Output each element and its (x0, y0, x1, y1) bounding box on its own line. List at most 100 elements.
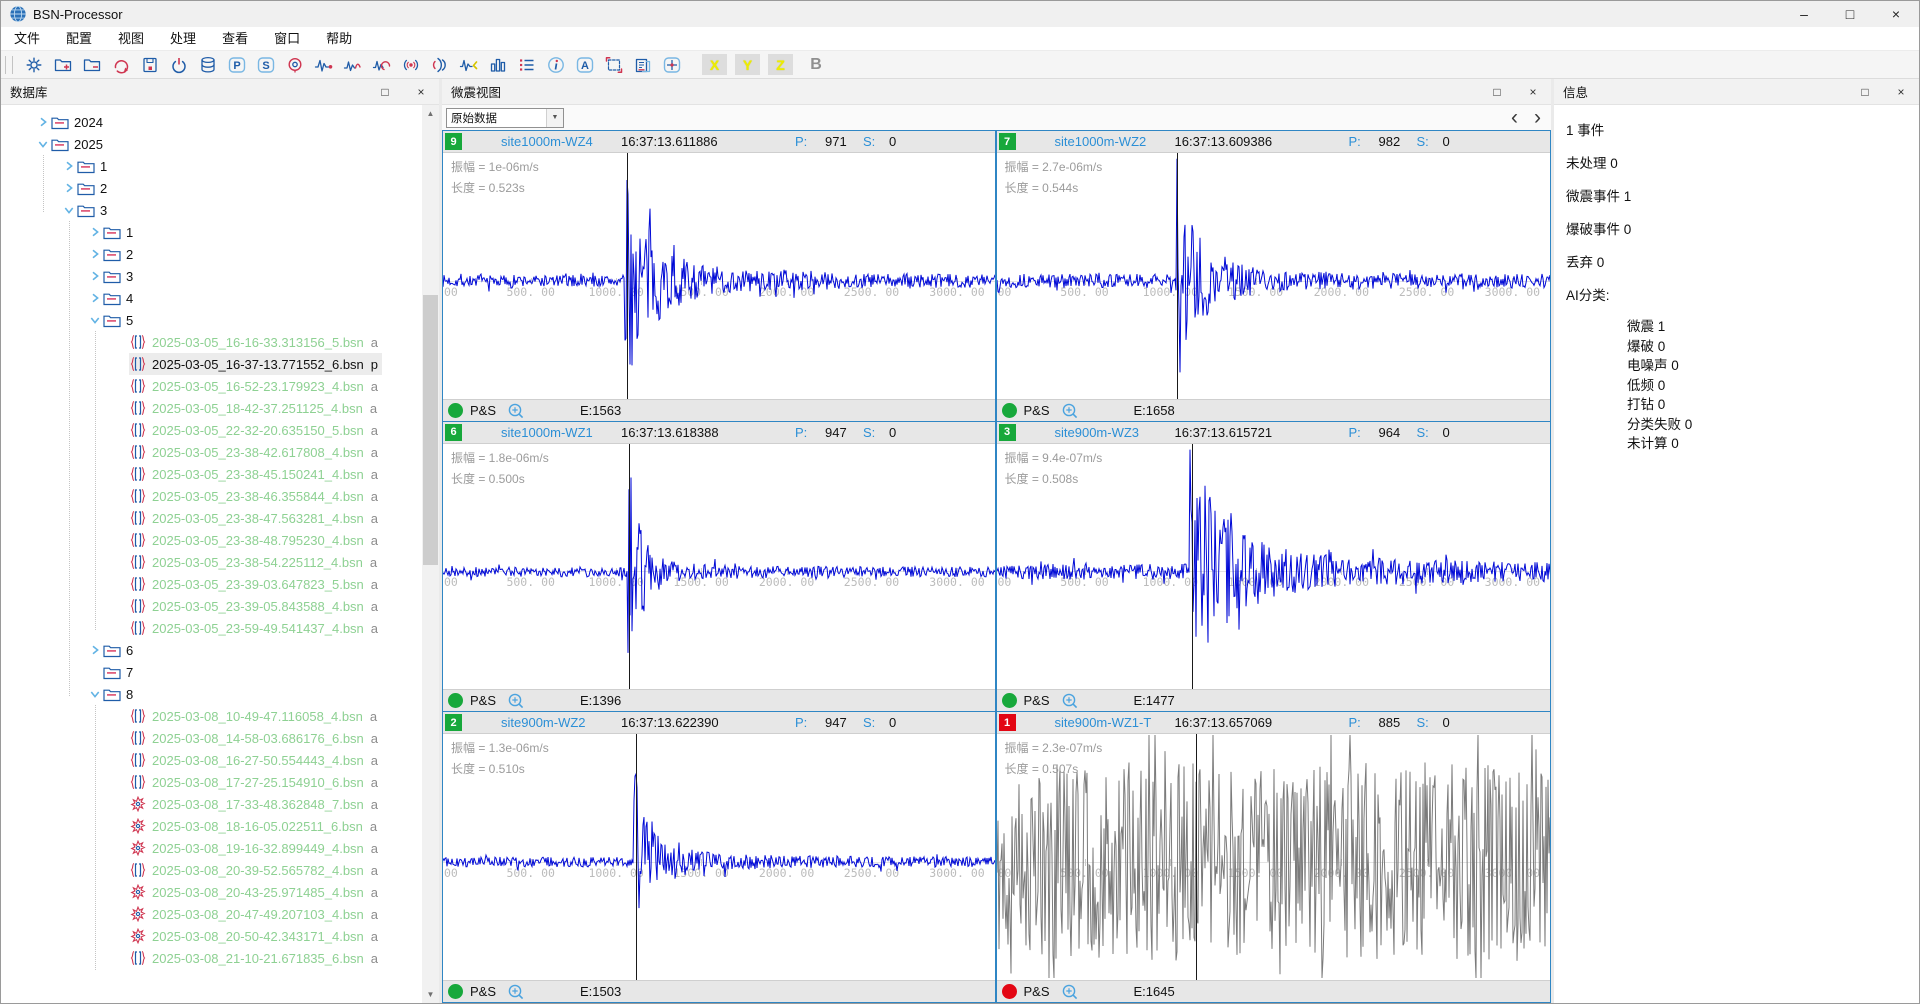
zoom-icon[interactable] (507, 402, 525, 423)
tree-item[interactable]: 2025-03-08_17-27-25.154910_6.bsna (129, 771, 382, 793)
gear-icon[interactable] (19, 52, 48, 78)
tree-item[interactable]: 3 (103, 265, 137, 287)
tree-item[interactable]: 2 (77, 177, 111, 199)
pick-cursor-line[interactable] (629, 444, 630, 690)
tree-item[interactable]: 2025-03-05_23-38-46.355844_4.bsna (129, 485, 382, 507)
chevron-right-icon[interactable] (61, 180, 77, 196)
tree-item[interactable]: 6 (103, 639, 137, 661)
chevron-down-icon[interactable] (87, 686, 103, 702)
tree-item[interactable]: 2025-03-08_10-49-47.116058_4.bsna (129, 705, 381, 727)
tree-row[interactable]: 2025-03-05_23-39-03.647823_5.bsna (1, 573, 422, 595)
tree-row[interactable]: 2025-03-08_16-27-50.554443_4.bsna (1, 749, 422, 771)
menu-item-1[interactable]: 配置 (53, 27, 105, 51)
tree-row[interactable]: 4 (1, 287, 422, 309)
wave-pick-icon[interactable] (309, 52, 338, 78)
menu-item-3[interactable]: 处理 (157, 27, 209, 51)
tree-item[interactable]: 2025 (51, 133, 107, 155)
chevron-right-icon[interactable] (87, 268, 103, 284)
tree-row[interactable]: 2025-03-05_23-38-42.617808_4.bsna (1, 441, 422, 463)
tree-row[interactable]: 2 (1, 243, 422, 265)
tree-item[interactable]: 2025-03-05_23-38-47.563281_4.bsna (129, 507, 382, 529)
menu-item-4[interactable]: 查看 (209, 27, 261, 51)
tree-item[interactable]: 2025-03-08_19-16-32.899449_4.bsna (129, 837, 382, 859)
tree-item[interactable]: 2025-03-05_23-59-49.541437_4.bsna (129, 617, 382, 639)
database-icon[interactable] (193, 52, 222, 78)
tree-row[interactable]: 2025-03-05_23-38-48.795230_4.bsna (1, 529, 422, 551)
tree-row[interactable]: 5 (1, 309, 422, 331)
tree-row[interactable]: 2025-03-05_23-59-49.541437_4.bsna (1, 617, 422, 639)
tree-row[interactable]: 2025-03-05_23-39-05.843588_4.bsna (1, 595, 422, 617)
save-icon[interactable] (135, 52, 164, 78)
pick-cursor-line[interactable] (636, 734, 637, 980)
tree-item[interactable]: 2025-03-05_16-16-33.313156_5.bsna (129, 331, 382, 353)
chevron-right-icon[interactable] (35, 114, 51, 130)
vibration-icon[interactable] (396, 52, 425, 78)
tree-item[interactable]: 2025-03-08_20-47-49.207103_4.bsna (129, 903, 382, 925)
tree-row[interactable]: 2025-03-08_17-27-25.154910_6.bsna (1, 771, 422, 793)
tree-row[interactable]: 2025-03-08_20-39-52.565782_4.bsna (1, 859, 422, 881)
viewer-panel-close-button[interactable]: × (1515, 79, 1551, 105)
tree-item[interactable]: 2025-03-08_17-33-48.362848_7.bsna (129, 793, 382, 815)
tree-item[interactable]: 2025-03-05_23-38-42.617808_4.bsna (129, 441, 382, 463)
tree-item[interactable]: 3 (77, 199, 111, 221)
info-icon[interactable] (541, 52, 570, 78)
info-panel-close-button[interactable]: × (1883, 79, 1919, 105)
viewer-panel-float-button[interactable]: □ (1479, 79, 1515, 105)
tree-row[interactable]: 2025-03-08_19-16-32.899449_4.bsna (1, 837, 422, 859)
maximize-button[interactable]: □ (1827, 1, 1873, 27)
tree-item[interactable]: 1 (103, 221, 137, 243)
report-icon[interactable] (628, 52, 657, 78)
scroll-up-icon[interactable]: ▲ (422, 105, 439, 122)
pick-cursor-line[interactable] (1192, 444, 1193, 690)
histogram-icon[interactable] (483, 52, 512, 78)
tree-row[interactable]: 2025-03-05_16-52-23.179923_4.bsna (1, 375, 422, 397)
folder-remove-icon[interactable] (77, 52, 106, 78)
menu-item-6[interactable]: 帮助 (313, 27, 365, 51)
tree-row[interactable]: 3 (1, 265, 422, 287)
tree-row[interactable]: 2025-03-08_14-58-03.686176_6.bsna (1, 727, 422, 749)
zoom-icon[interactable] (507, 692, 525, 713)
crop-icon[interactable] (599, 52, 628, 78)
tree-row[interactable]: 2025-03-05_16-16-33.313156_5.bsna (1, 331, 422, 353)
tree-row[interactable]: 1 (1, 155, 422, 177)
p-toggle-icon[interactable]: P (222, 52, 251, 78)
tree-row[interactable]: 6 (1, 639, 422, 661)
tree-row[interactable]: 2025-03-08_21-10-21.671835_6.bsna (1, 947, 422, 969)
waveform-chart[interactable]: 振幅 = 9.4e-07m/s长度 = 0.508s00500. 001000.… (997, 444, 1551, 690)
s-toggle-icon[interactable]: S (251, 52, 280, 78)
tree-row[interactable]: 8 (1, 683, 422, 705)
tree-item[interactable]: 5 (103, 309, 137, 331)
tree-row[interactable]: 7 (1, 661, 422, 683)
tree-row[interactable]: 2025-03-05_22-32-20.635150_5.bsna (1, 419, 422, 441)
chevron-down-icon[interactable] (35, 136, 51, 152)
chevron-down-icon[interactable] (61, 202, 77, 218)
chevron-right-icon[interactable] (61, 158, 77, 174)
tree-item[interactable]: 2025-03-08_16-27-50.554443_4.bsna (129, 749, 382, 771)
tree-item[interactable]: 2025-03-05_16-52-23.179923_4.bsna (129, 375, 382, 397)
menu-item-5[interactable]: 窗口 (261, 27, 313, 51)
tree-row[interactable]: 2024 (1, 111, 422, 133)
tree-item[interactable]: 8 (103, 683, 137, 705)
minimize-button[interactable]: – (1781, 1, 1827, 27)
chevron-right-icon[interactable] (87, 642, 103, 658)
folder-add-icon[interactable] (48, 52, 77, 78)
tree-row[interactable]: 2025-03-05_23-38-45.150241_4.bsna (1, 463, 422, 485)
tree-item[interactable]: 2025-03-05_23-38-48.795230_4.bsna (129, 529, 382, 551)
tree-row[interactable]: 2025-03-05_18-42-37.251125_4.bsna (1, 397, 422, 419)
tree-row[interactable]: 2025-03-08_20-50-42.343171_4.bsna (1, 925, 422, 947)
tree-item[interactable]: 2025-03-05_23-39-05.843588_4.bsna (129, 595, 382, 617)
waveform-chart[interactable]: 振幅 = 1.3e-06m/s长度 = 0.510s00500. 001000.… (443, 734, 995, 980)
tree-item[interactable]: 2025-03-08_20-50-42.343171_4.bsna (129, 925, 382, 947)
chevron-right-icon[interactable] (87, 224, 103, 240)
database-panel-close-button[interactable]: × (403, 79, 439, 105)
tree-item[interactable]: 2025-03-05_23-38-45.150241_4.bsna (129, 463, 382, 485)
tree-item[interactable]: 2025-03-05_18-42-37.251125_4.bsna (129, 397, 381, 419)
tree-item[interactable]: 2025-03-05_22-32-20.635150_5.bsna (129, 419, 382, 441)
tree-item[interactable]: 4 (103, 287, 137, 309)
arcs-icon[interactable] (425, 52, 454, 78)
tree-item[interactable]: 2025-03-08_20-39-52.565782_4.bsna (129, 859, 382, 881)
waveform-chart[interactable]: 振幅 = 2.7e-06m/s长度 = 0.544s00500. 001000.… (997, 153, 1551, 399)
tree-item[interactable]: 7 (103, 661, 137, 683)
axis-x-button[interactable]: X (702, 54, 727, 75)
tree-row[interactable]: 2025-03-08_17-33-48.362848_7.bsna (1, 793, 422, 815)
